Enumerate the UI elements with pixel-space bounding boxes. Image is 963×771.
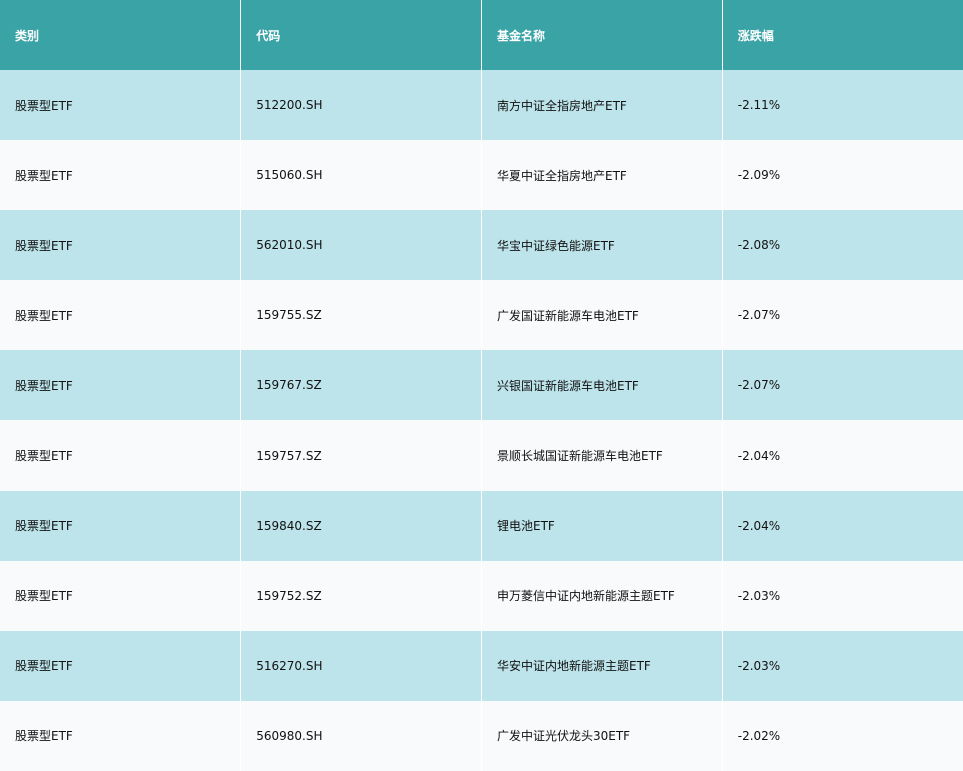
cell-code: 159752.SZ	[240, 560, 482, 631]
cell-category: 股票型ETF	[0, 630, 242, 701]
cell-code: 159840.SZ	[240, 490, 482, 561]
cell-code: 560980.SH	[240, 700, 482, 771]
cell-code: 159767.SZ	[240, 350, 482, 421]
column-header-category: 类别	[0, 0, 242, 70]
cell-change: -2.03%	[737, 658, 781, 673]
cell-change: -2.04%	[737, 448, 781, 463]
cell-code: 512200.SH	[240, 70, 482, 141]
cell-code: 159757.SZ	[240, 420, 482, 491]
cell-change: -2.07%	[737, 308, 781, 323]
cell-change: -2.11%	[737, 98, 781, 113]
cell-category: 股票型ETF	[0, 210, 242, 281]
cell-category: 股票型ETF	[0, 70, 242, 141]
etf-table: 类别 代码 基金名称 涨跌幅 股票型ETF 512200.SH 南方中证全指房地…	[0, 0, 963, 771]
cell-change: -2.04%	[737, 518, 781, 533]
table-row: 股票型ETF 159752.SZ 申万菱信中证内地新能源主题ETF -2.03%	[0, 560, 963, 631]
cell-code: 562010.SH	[240, 210, 482, 281]
cell-change: -2.02%	[737, 728, 781, 743]
cell-fund-name: 锂电池ETF	[481, 490, 723, 561]
cell-fund-name: 华夏中证全指房地产ETF	[481, 140, 723, 211]
cell-change: -2.09%	[737, 168, 781, 183]
cell-category: 股票型ETF	[0, 700, 242, 771]
cell-code: 515060.SH	[240, 140, 482, 211]
table-row: 股票型ETF 515060.SH 华夏中证全指房地产ETF -2.09%	[0, 140, 963, 211]
column-header-change: 涨跌幅	[737, 28, 774, 43]
cell-fund-name: 广发中证光伏龙头30ETF	[481, 700, 723, 771]
cell-change: -2.03%	[737, 588, 781, 603]
table-row: 股票型ETF 512200.SH 南方中证全指房地产ETF -2.11%	[0, 70, 963, 141]
cell-category: 股票型ETF	[0, 350, 242, 421]
header-row: 类别 代码 基金名称 涨跌幅	[0, 0, 963, 70]
cell-category: 股票型ETF	[0, 420, 242, 491]
table-row: 股票型ETF 159840.SZ 锂电池ETF -2.04%	[0, 490, 963, 561]
cell-change: -2.07%	[737, 378, 781, 393]
column-header-fund-name: 基金名称	[481, 0, 723, 70]
cell-fund-name: 南方中证全指房地产ETF	[481, 70, 723, 141]
column-header-code: 代码	[240, 0, 482, 70]
cell-category: 股票型ETF	[0, 490, 242, 561]
cell-fund-name: 广发国证新能源车电池ETF	[481, 280, 723, 351]
table-row: 股票型ETF 560980.SH 广发中证光伏龙头30ETF -2.02%	[0, 700, 963, 771]
cell-fund-name: 景顺长城国证新能源车电池ETF	[481, 420, 723, 491]
cell-category: 股票型ETF	[0, 140, 242, 211]
cell-fund-name: 华宝中证绿色能源ETF	[481, 210, 723, 281]
cell-code: 516270.SH	[240, 630, 482, 701]
table-body: 股票型ETF 512200.SH 南方中证全指房地产ETF -2.11% 股票型…	[0, 70, 963, 771]
table-row: 股票型ETF 159767.SZ 兴银国证新能源车电池ETF -2.07%	[0, 350, 963, 421]
cell-category: 股票型ETF	[0, 560, 242, 631]
cell-fund-name: 申万菱信中证内地新能源主题ETF	[481, 560, 723, 631]
table-row: 股票型ETF 159755.SZ 广发国证新能源车电池ETF -2.07%	[0, 280, 963, 351]
table-row: 股票型ETF 516270.SH 华安中证内地新能源主题ETF -2.03%	[0, 630, 963, 701]
table-row: 股票型ETF 562010.SH 华宝中证绿色能源ETF -2.08%	[0, 210, 963, 281]
cell-change: -2.08%	[737, 238, 781, 253]
table-row: 股票型ETF 159757.SZ 景顺长城国证新能源车电池ETF -2.04%	[0, 420, 963, 491]
cell-fund-name: 华安中证内地新能源主题ETF	[481, 630, 723, 701]
cell-fund-name: 兴银国证新能源车电池ETF	[481, 350, 723, 421]
table-header: 类别 代码 基金名称 涨跌幅	[0, 0, 963, 70]
cell-code: 159755.SZ	[240, 280, 482, 351]
cell-category: 股票型ETF	[0, 280, 242, 351]
